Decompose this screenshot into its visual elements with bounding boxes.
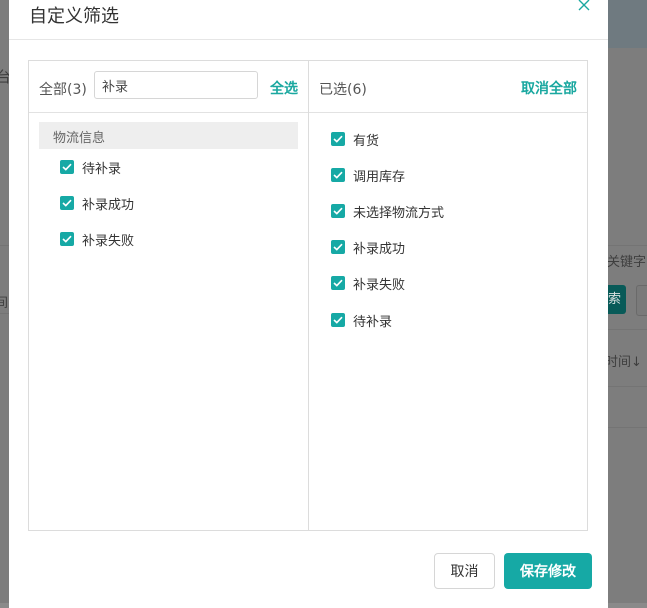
cancel-button[interactable]: 取消	[434, 553, 495, 589]
background-search-button: 索	[608, 285, 626, 314]
checkbox-checked-icon[interactable]	[60, 196, 74, 210]
item-label: 有货	[353, 133, 380, 149]
background-divider	[0, 245, 9, 246]
selected-item[interactable]: 待补录	[331, 310, 392, 330]
close-icon[interactable]	[577, 0, 591, 12]
checkbox-checked-icon[interactable]	[331, 168, 345, 182]
background-divider	[0, 313, 9, 314]
checkbox-checked-icon[interactable]	[60, 160, 74, 174]
selected-item[interactable]: 调用库存	[331, 165, 405, 185]
available-options-panel: 全部(3) 全选 物流信息 待补录 补录成功 补录失败	[28, 60, 309, 531]
selected-options-panel: 已选(6) 取消全部 有货 调用库存 未选择物流方式 补录成功 补录失败 待补录	[308, 60, 588, 531]
checkbox-checked-icon[interactable]	[331, 313, 345, 327]
background-divider	[608, 329, 647, 330]
background-text: 间	[0, 296, 9, 311]
item-label: 补录成功	[82, 197, 135, 213]
selected-item[interactable]: 补录失败	[331, 273, 405, 293]
checkbox-checked-icon[interactable]	[331, 240, 345, 254]
item-label: 调用库存	[353, 169, 406, 185]
selected-panel-header: 已选(6) 取消全部	[309, 61, 587, 113]
selected-item[interactable]: 补录成功	[331, 237, 405, 257]
checkbox-checked-icon[interactable]	[60, 232, 74, 246]
search-input[interactable]	[94, 71, 258, 99]
available-count-label: 全部(3)	[39, 82, 87, 98]
selected-item[interactable]: 未选择物流方式	[331, 201, 444, 221]
selected-item[interactable]: 有货	[331, 129, 379, 149]
item-label: 待补录	[353, 314, 393, 330]
list-item[interactable]: 补录成功	[60, 193, 134, 213]
list-item[interactable]: 补录失败	[60, 229, 134, 249]
background-search-field: 关键字	[607, 255, 647, 270]
background-divider	[608, 386, 647, 387]
item-label: 补录失败	[353, 277, 406, 293]
group-label: 物流信息	[53, 131, 106, 146]
checkbox-checked-icon[interactable]	[331, 204, 345, 218]
group-header-logistics: 物流信息	[39, 122, 298, 149]
available-panel-header: 全部(3) 全选	[29, 61, 308, 113]
checkbox-checked-icon[interactable]	[331, 276, 345, 290]
select-all-link[interactable]: 全选	[270, 78, 298, 98]
background-button	[636, 285, 647, 316]
item-label: 补录失败	[82, 233, 135, 249]
save-changes-button[interactable]: 保存修改	[504, 553, 592, 589]
item-label: 未选择物流方式	[353, 205, 445, 221]
checkbox-checked-icon[interactable]	[331, 132, 345, 146]
clear-all-link[interactable]: 取消全部	[521, 78, 577, 98]
custom-filter-modal: 自定义筛选 全部(3) 全选 物流信息 待补录 补录成功 补录失败 已选(6)	[9, 0, 608, 608]
background-header-strip	[608, 0, 647, 48]
background-divider	[608, 427, 647, 428]
item-label: 待补录	[82, 161, 122, 177]
item-label: 补录成功	[353, 241, 406, 257]
modal-title: 自定义筛选	[29, 6, 119, 27]
background-divider	[608, 245, 647, 246]
background-sort-header: 时间↓	[605, 355, 642, 370]
selected-count-label: 已选(6)	[319, 82, 367, 98]
title-divider	[9, 39, 608, 40]
list-item[interactable]: 待补录	[60, 157, 121, 177]
